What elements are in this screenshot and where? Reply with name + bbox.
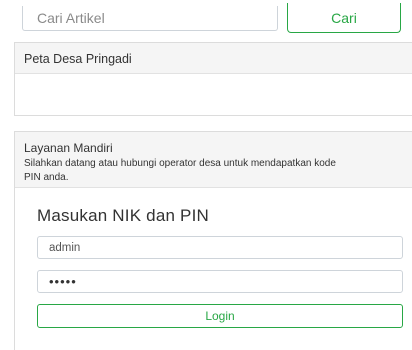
search-input[interactable] [22,6,278,31]
search-button[interactable]: Cari [287,3,401,33]
layanan-mandiri-title: Layanan Mandiri [24,141,113,155]
nik-input[interactable] [37,236,403,259]
login-form-title: Masukan NIK dan PIN [37,206,209,225]
layanan-mandiri-panel: Layanan Mandiri Silahkan datang atau hub… [14,131,412,350]
search-bar: Cari [0,0,412,40]
layanan-mandiri-description: Silahkan datang atau hubungi operator de… [24,158,336,183]
map-panel: Peta Desa Pringadi [14,42,412,116]
layanan-mandiri-header: Layanan Mandiri Silahkan datang atau hub… [15,132,412,188]
login-button[interactable]: Login [37,304,403,328]
map-panel-title: Peta Desa Pringadi [15,43,412,74]
pin-input[interactable] [37,270,403,293]
